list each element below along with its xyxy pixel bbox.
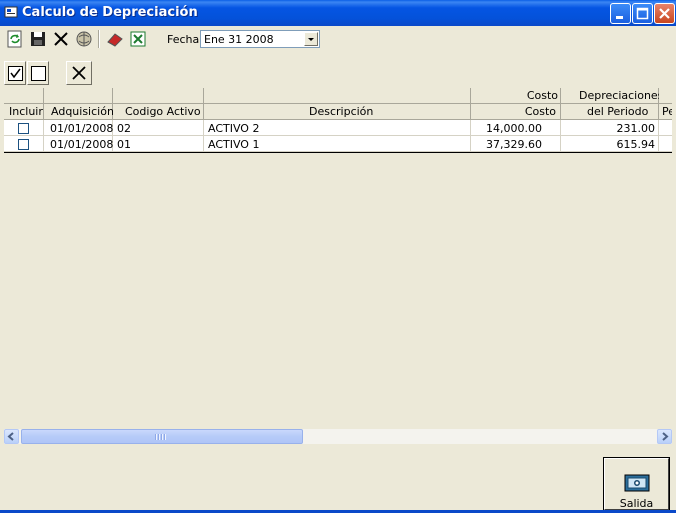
table-cell: 14,000.00 xyxy=(471,120,561,136)
column-header-label: Codigo Activo xyxy=(125,105,201,118)
table-cell: 01 xyxy=(113,136,204,152)
uncheck-all-icon xyxy=(31,66,46,81)
column-header-label: Pe xyxy=(662,105,672,118)
grip-icon xyxy=(155,434,167,440)
header-group-cell xyxy=(4,88,44,104)
header-group-cell xyxy=(113,88,204,104)
table-cell: ACTIVO 1 xyxy=(204,136,471,152)
close-button[interactable] xyxy=(654,3,675,24)
eraser-icon[interactable] xyxy=(106,30,124,48)
adquisicion-value: 01/01/2008 xyxy=(50,122,114,135)
group-header-label: Depreciaciones xyxy=(579,89,664,102)
table-cell: 01/01/2008 xyxy=(44,136,113,152)
column-header-label: Adquisición xyxy=(51,105,114,118)
column-header-partial[interactable]: Pe xyxy=(659,104,672,120)
incluir-checkbox[interactable] xyxy=(18,123,29,134)
fecha-date-picker[interactable]: Ene 31 2008 xyxy=(200,30,320,48)
column-header-label: del Periodo xyxy=(587,105,649,118)
header-group-cell xyxy=(44,88,113,104)
table-cell: 615.94 xyxy=(561,136,659,152)
scroll-left-button[interactable] xyxy=(4,429,19,444)
table-cell: ACTIVO 2 xyxy=(204,120,471,136)
refresh-icon[interactable] xyxy=(6,30,24,48)
table-cell: 01/01/2008 xyxy=(44,120,113,136)
column-header-label: Incluir xyxy=(9,105,43,118)
chevron-right-icon xyxy=(662,432,669,441)
descripcion-value: ACTIVO 1 xyxy=(208,138,260,151)
minimize-icon xyxy=(616,16,623,19)
clear-icon xyxy=(72,66,86,80)
fecha-value: Ene 31 2008 xyxy=(204,33,274,46)
salida-label: Salida xyxy=(619,497,654,510)
title-bar: Calculo de Depreciación xyxy=(0,0,676,26)
table-cell: 02 xyxy=(113,120,204,136)
column-header-descripcion[interactable]: Descripción xyxy=(204,104,471,120)
app-icon xyxy=(4,6,18,18)
check-all-icon xyxy=(8,66,23,81)
table-row-2-incluir xyxy=(4,136,44,152)
chevron-left-icon xyxy=(7,432,14,441)
column-header-periodo[interactable]: del Periodo xyxy=(561,104,659,120)
clear-selection-button[interactable] xyxy=(66,61,92,85)
table-cell xyxy=(659,120,672,136)
column-header-label: Costo xyxy=(524,105,556,118)
maximize-icon xyxy=(636,7,649,20)
excel-icon[interactable] xyxy=(129,30,147,48)
depreciation-grid: Costo Depreciaciones Incluir Adquisición… xyxy=(4,88,672,153)
adquisicion-value: 01/01/2008 xyxy=(50,138,114,151)
incluir-checkbox[interactable] xyxy=(18,139,29,150)
column-header-incluir[interactable]: Incluir xyxy=(4,104,44,120)
group-header-label: Costo xyxy=(526,89,558,102)
periodo-value: 615.94 xyxy=(616,138,656,151)
uncheck-all-button[interactable] xyxy=(27,61,49,85)
scroll-right-button[interactable] xyxy=(657,429,672,444)
maximize-button[interactable] xyxy=(632,3,653,24)
descripcion-value: ACTIVO 2 xyxy=(208,122,260,135)
table-row-1-incluir xyxy=(4,120,44,136)
header-group-cell xyxy=(659,88,672,104)
minimize-button[interactable] xyxy=(610,3,631,24)
close-icon xyxy=(659,8,670,19)
table-cell: 231.00 xyxy=(561,120,659,136)
main-toolbar xyxy=(0,26,676,52)
header-group-cell xyxy=(204,88,471,104)
header-group-depreciaciones: Depreciaciones xyxy=(561,88,663,104)
costo-value: 14,000.00 xyxy=(486,122,542,135)
header-group-costo: Costo xyxy=(471,88,561,104)
check-all-button[interactable] xyxy=(4,61,26,85)
toolbar-separator xyxy=(98,30,100,48)
fecha-label: Fecha xyxy=(167,33,200,46)
horizontal-scrollbar[interactable] xyxy=(4,429,672,444)
codigo-value: 01 xyxy=(117,138,131,151)
table-cell xyxy=(659,136,672,152)
window-title: Calculo de Depreciación xyxy=(22,5,198,20)
column-header-costo[interactable]: Costo xyxy=(471,104,561,120)
column-header-codigo[interactable]: Codigo Activo xyxy=(113,104,204,120)
delete-icon[interactable] xyxy=(52,30,70,48)
codigo-value: 02 xyxy=(117,122,131,135)
exit-icon xyxy=(624,474,650,492)
periodo-value: 231.00 xyxy=(616,122,656,135)
table-cell: 37,329.60 xyxy=(471,136,561,152)
process-icon[interactable] xyxy=(75,30,93,48)
column-header-label: Descripción xyxy=(309,105,374,118)
scroll-thumb[interactable] xyxy=(21,429,303,444)
chevron-down-icon xyxy=(308,38,314,41)
dropdown-button[interactable] xyxy=(304,32,318,46)
salida-button[interactable]: Salida xyxy=(603,457,670,511)
save-icon[interactable] xyxy=(29,30,47,48)
costo-value: 37,329.60 xyxy=(486,138,542,151)
column-header-adquisicion[interactable]: Adquisición xyxy=(44,104,114,120)
